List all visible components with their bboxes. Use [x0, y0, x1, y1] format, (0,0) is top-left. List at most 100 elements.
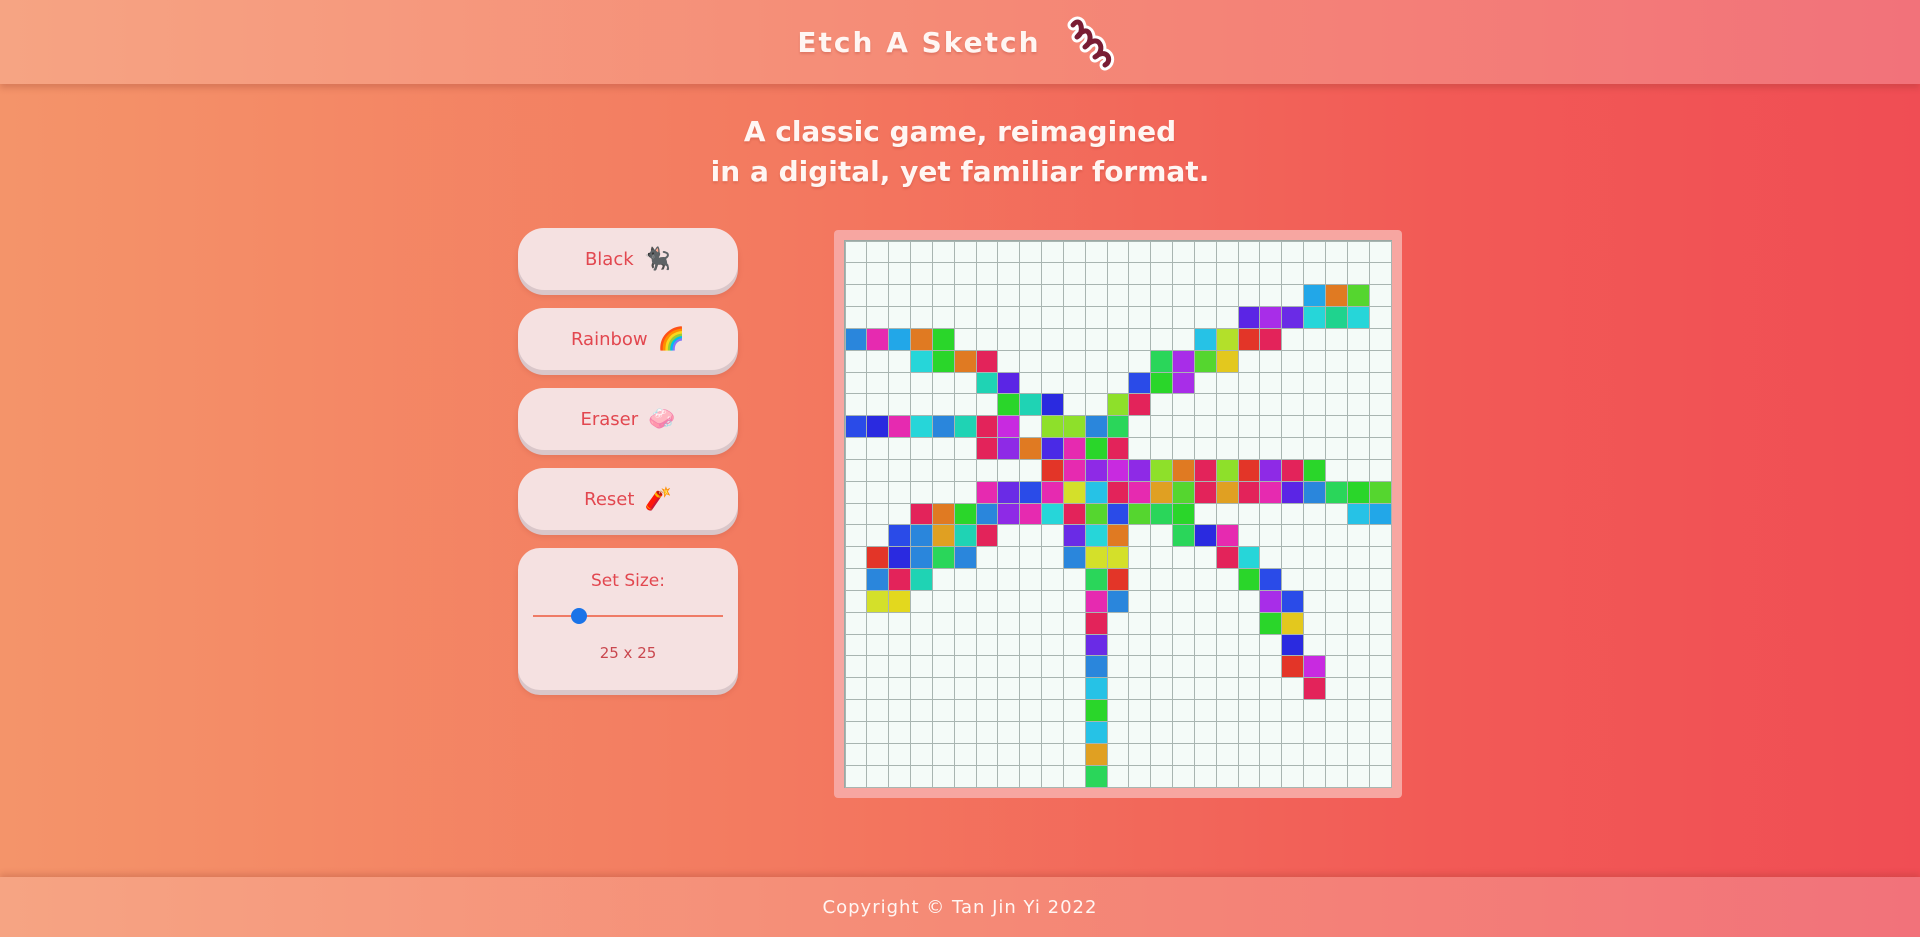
- grid-cell[interactable]: [953, 611, 977, 635]
- grid-cell[interactable]: [1041, 720, 1064, 744]
- grid-cell[interactable]: [1128, 611, 1152, 635]
- grid-cell[interactable]: [1281, 742, 1305, 766]
- grid-cell[interactable]: [1106, 655, 1130, 679]
- grid-cell[interactable]: [1303, 633, 1326, 657]
- grid-cell[interactable]: [1281, 306, 1305, 329]
- grid-cell[interactable]: [1041, 458, 1064, 482]
- grid-cell[interactable]: [1084, 655, 1108, 679]
- grid-cell[interactable]: [1324, 677, 1348, 701]
- grid-cell[interactable]: [1084, 524, 1108, 548]
- grid-cell[interactable]: [975, 262, 999, 286]
- grid-cell[interactable]: [1237, 458, 1261, 482]
- grid-cell[interactable]: [1193, 393, 1217, 417]
- grid-cell[interactable]: [910, 742, 933, 766]
- grid-cell[interactable]: [1172, 458, 1195, 482]
- grid-cell[interactable]: [1041, 524, 1064, 548]
- grid-cell[interactable]: [1019, 764, 1043, 788]
- grid-cell[interactable]: [1259, 262, 1283, 286]
- grid-cell[interactable]: [1193, 262, 1217, 286]
- grid-cell[interactable]: [997, 393, 1021, 417]
- grid-cell[interactable]: [1106, 568, 1130, 591]
- grid-cell[interactable]: [1324, 633, 1348, 657]
- grid-cell[interactable]: [997, 262, 1021, 286]
- grid-cell[interactable]: [1019, 393, 1043, 417]
- grid-cell[interactable]: [1215, 240, 1239, 264]
- grid-cell[interactable]: [1237, 415, 1261, 439]
- grid-cell[interactable]: [1281, 262, 1305, 286]
- grid-cell[interactable]: [1368, 764, 1392, 788]
- grid-cell[interactable]: [1193, 677, 1217, 701]
- grid-cell[interactable]: [1324, 546, 1348, 570]
- grid-cell[interactable]: [1128, 327, 1152, 351]
- grid-cell[interactable]: [866, 262, 890, 286]
- grid-cell[interactable]: [1041, 415, 1064, 439]
- grid-cell[interactable]: [1215, 262, 1239, 286]
- grid-cell[interactable]: [1237, 742, 1261, 766]
- grid-cell[interactable]: [1303, 742, 1326, 766]
- grid-cell[interactable]: [1106, 677, 1130, 701]
- grid-cell[interactable]: [1193, 327, 1217, 351]
- grid-cell[interactable]: [1041, 240, 1064, 264]
- grid-cell[interactable]: [1019, 458, 1043, 482]
- grid-cell[interactable]: [1303, 524, 1326, 548]
- grid-cell[interactable]: [1346, 677, 1370, 701]
- grid-cell[interactable]: [1303, 568, 1326, 591]
- grid-cell[interactable]: [1019, 720, 1043, 744]
- grid-cell[interactable]: [1084, 262, 1108, 286]
- grid-cell[interactable]: [1172, 699, 1195, 722]
- grid-cell[interactable]: [910, 677, 933, 701]
- grid-cell[interactable]: [1193, 437, 1217, 460]
- grid-cell[interactable]: [1237, 611, 1261, 635]
- grid-cell[interactable]: [1237, 568, 1261, 591]
- grid-cell[interactable]: [866, 589, 890, 613]
- grid-cell[interactable]: [1368, 437, 1392, 460]
- grid-cell[interactable]: [866, 306, 890, 329]
- grid-cell[interactable]: [1303, 284, 1326, 308]
- grid-cell[interactable]: [1172, 611, 1195, 635]
- grid-cell[interactable]: [1324, 284, 1348, 308]
- grid-cell[interactable]: [1215, 655, 1239, 679]
- grid-cell[interactable]: [1062, 240, 1086, 264]
- grid-cell[interactable]: [1193, 720, 1217, 744]
- grid-cell[interactable]: [1259, 415, 1283, 439]
- grid-cell[interactable]: [1106, 502, 1130, 526]
- grid-cell[interactable]: [1281, 677, 1305, 701]
- grid-cell[interactable]: [1193, 502, 1217, 526]
- grid-cell[interactable]: [1346, 524, 1370, 548]
- grid-cell[interactable]: [1368, 546, 1392, 570]
- grid-cell[interactable]: [1215, 633, 1239, 657]
- grid-cell[interactable]: [1193, 284, 1217, 308]
- grid-cell[interactable]: [1259, 502, 1283, 526]
- grid-cell[interactable]: [1062, 327, 1086, 351]
- grid-cell[interactable]: [1215, 699, 1239, 722]
- grid-cell[interactable]: [1084, 458, 1108, 482]
- grid-cell[interactable]: [1172, 371, 1195, 395]
- grid-cell[interactable]: [1084, 589, 1108, 613]
- grid-cell[interactable]: [1019, 611, 1043, 635]
- grid-cell[interactable]: [1084, 633, 1108, 657]
- grid-cell[interactable]: [1193, 306, 1217, 329]
- grid-cell[interactable]: [1128, 742, 1152, 766]
- grid-cell[interactable]: [997, 742, 1021, 766]
- grid-cell[interactable]: [1172, 633, 1195, 657]
- grid-cell[interactable]: [1150, 546, 1174, 570]
- grid-cell[interactable]: [1019, 306, 1043, 329]
- grid-cell[interactable]: [931, 742, 955, 766]
- grid-cell[interactable]: [866, 371, 890, 395]
- grid-cell[interactable]: [1237, 524, 1261, 548]
- grid-cell[interactable]: [1062, 371, 1086, 395]
- grid-cell[interactable]: [1259, 240, 1283, 264]
- grid-cell[interactable]: [1346, 699, 1370, 722]
- grid-cell[interactable]: [910, 720, 933, 744]
- grid-cell[interactable]: [866, 284, 890, 308]
- grid-cell[interactable]: [1237, 240, 1261, 264]
- grid-cell[interactable]: [1259, 764, 1283, 788]
- grid-cell[interactable]: [910, 611, 933, 635]
- grid-cell[interactable]: [931, 655, 955, 679]
- grid-cell[interactable]: [1106, 327, 1130, 351]
- grid-cell[interactable]: [1215, 371, 1239, 395]
- grid-cell[interactable]: [1281, 502, 1305, 526]
- grid-cell[interactable]: [888, 284, 912, 308]
- grid-cell[interactable]: [1324, 699, 1348, 722]
- grid-cell[interactable]: [1041, 393, 1064, 417]
